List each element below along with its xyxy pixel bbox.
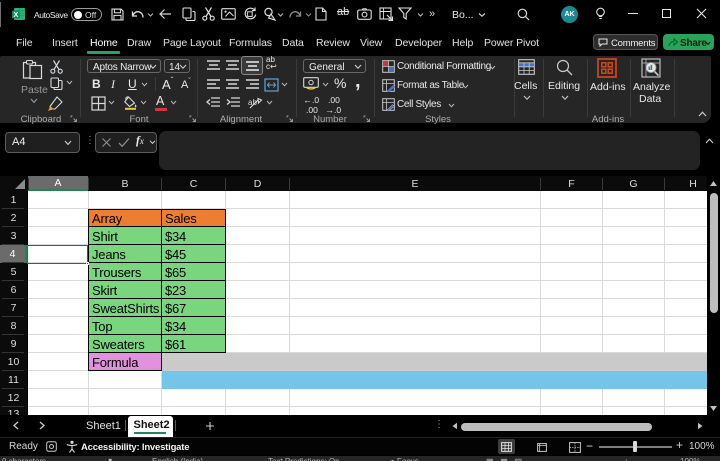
svg-text:ab: ab <box>248 98 257 107</box>
svg-text:X: X <box>13 10 18 19</box>
